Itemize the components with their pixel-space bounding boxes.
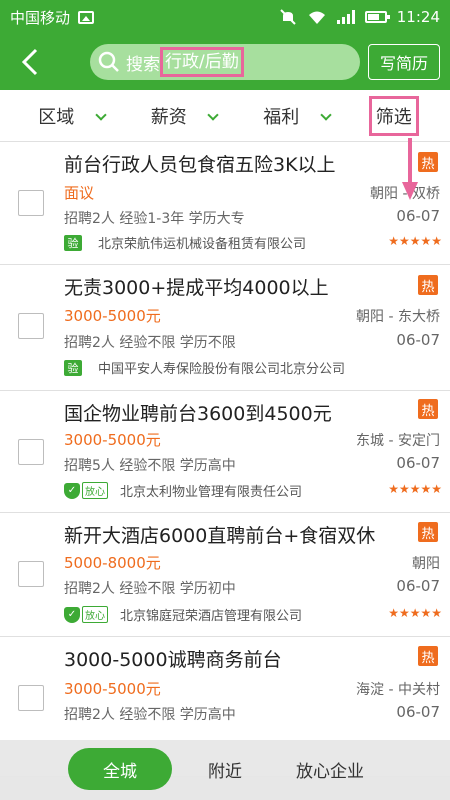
job-date: 06-07 [396, 703, 440, 721]
back-button[interactable] [0, 34, 60, 90]
job-salary: 3000-5000元 [64, 431, 161, 449]
rating-stars: ★★★★★ [388, 606, 442, 620]
job-location: 东城 - 安定门 [356, 433, 440, 449]
company-row: ✓ 放心 北京太利物业管理有限责任公司 [64, 481, 302, 500]
job-requirements: 招聘2人 经验不限 学历高中 [64, 707, 236, 723]
company-row: ✓ 放心 北京锦庭冠荣酒店管理有限公司 [64, 605, 302, 624]
hot-badge: 热 [418, 275, 438, 295]
job-requirements: 招聘2人 经验不限 学历初中 [64, 581, 236, 597]
job-title: 新开大酒店6000直聘前台+食宿双休 [64, 525, 376, 547]
company-name: 中国平安人寿保险股份有限公司北京分公司 [98, 362, 346, 377]
job-title: 无责3000+提成平均4000以上 [64, 277, 329, 299]
select-checkbox[interactable] [18, 313, 44, 339]
filter-tab-area[interactable]: 区域 [0, 90, 113, 141]
job-location: 朝阳 - 东大桥 [356, 309, 440, 325]
job-requirements: 招聘2人 经验1-3年 学历大专 [64, 211, 245, 227]
job-date: 06-07 [396, 577, 440, 595]
job-date: 06-07 [396, 454, 440, 472]
select-checkbox[interactable] [18, 439, 44, 465]
write-resume-button[interactable]: 写简历 [368, 44, 440, 80]
job-item[interactable]: 无责3000+提成平均4000以上 热 3000-5000元 朝阳 - 东大桥 … [0, 265, 450, 391]
carrier-label: 中国移动 [10, 8, 71, 27]
company-name: 北京荣航伟运机械设备租赁有限公司 [98, 237, 307, 252]
job-item[interactable]: 国企物业聘前台3600到4500元 热 3000-5000元 东城 - 安定门 … [0, 391, 450, 513]
search-bar[interactable]: 搜索 行政/后勤 [90, 44, 360, 80]
job-title: 前台行政人员包食宿五险3K以上 [64, 154, 336, 176]
annotation-arrow-icon [402, 138, 418, 200]
trusted-badge: ✓ 放心 [64, 606, 108, 623]
select-checkbox[interactable] [18, 190, 44, 216]
signal-icon [336, 10, 355, 24]
filter-bar: 区域 薪资 福利 筛选 [0, 90, 450, 142]
tab-nearby[interactable]: 附近 [180, 748, 270, 790]
hot-badge: 热 [418, 646, 438, 666]
trusted-badge-label: 放心 [82, 606, 108, 623]
verified-badge: 验 [64, 234, 82, 251]
job-date: 06-07 [396, 207, 440, 225]
bottom-tab-bar: 全城 附近 放心企业 [0, 740, 450, 800]
filter-tab-label: 薪资 [150, 106, 187, 128]
job-salary: 面议 [64, 184, 95, 202]
filter-tab-label: 筛选 [368, 95, 419, 136]
chevron-down-icon [94, 108, 107, 121]
tab-whole-city[interactable]: 全城 [68, 748, 172, 790]
hot-badge: 热 [418, 152, 438, 172]
rating-stars: ★★★★★ [388, 234, 442, 248]
company-name: 北京锦庭冠荣酒店管理有限公司 [120, 609, 303, 624]
select-checkbox[interactable] [18, 561, 44, 587]
job-salary: 3000-5000元 [64, 307, 161, 325]
company-name: 北京太利物业管理有限责任公司 [120, 485, 303, 500]
job-requirements: 招聘5人 经验不限 学历高中 [64, 458, 236, 474]
chevron-down-icon [207, 108, 219, 121]
chevron-down-icon [319, 108, 332, 121]
job-item[interactable]: 新开大酒店6000直聘前台+食宿双休 热 5000-8000元 朝阳 招聘2人 … [0, 513, 450, 637]
filter-tab-screen[interactable]: 筛选 [338, 90, 450, 141]
app-header: 搜索 行政/后勤 写简历 [0, 34, 450, 90]
image-icon [78, 10, 95, 24]
search-keyword: 行政/后勤 [160, 47, 244, 77]
job-salary: 3000-5000元 [64, 680, 161, 698]
back-arrow-icon [21, 48, 38, 76]
search-label: 搜索 [126, 54, 160, 75]
hot-badge: 热 [418, 522, 438, 542]
select-checkbox[interactable] [18, 685, 44, 711]
trusted-badge: ✓ 放心 [64, 482, 108, 499]
company-row: 验 中国平安人寿保险股份有限公司北京分公司 [64, 358, 345, 377]
job-salary: 5000-8000元 [64, 554, 161, 572]
clock: 11:24 [396, 8, 440, 26]
filter-tab-benefits[interactable]: 福利 [225, 90, 338, 141]
job-date: 06-07 [396, 331, 440, 349]
job-item[interactable]: 前台行政人员包食宿五险3K以上 热 面议 朝阳 - 双桥 招聘2人 经验1-3年… [0, 142, 450, 265]
filter-tab-label: 福利 [263, 106, 300, 128]
job-location: 海淀 - 中关村 [356, 682, 440, 698]
company-row: 验 北京荣航伟运机械设备租赁有限公司 [64, 233, 306, 252]
trusted-badge-label: 放心 [82, 482, 108, 499]
shield-check-icon: ✓ [64, 482, 80, 499]
tab-trusted-companies[interactable]: 放心企业 [280, 748, 380, 790]
filter-tab-label: 区域 [38, 106, 75, 128]
wifi-icon [308, 11, 325, 24]
search-icon [98, 51, 119, 72]
job-requirements: 招聘2人 经验不限 学历不限 [64, 335, 236, 351]
mute-icon [280, 9, 296, 25]
status-bar: 中国移动 11:24 [0, 0, 450, 34]
job-title: 3000-5000诚聘商务前台 [64, 649, 282, 671]
job-location: 朝阳 [412, 556, 440, 572]
rating-stars: ★★★★★ [388, 482, 442, 496]
hot-badge: 热 [418, 399, 438, 419]
verified-badge: 验 [64, 359, 82, 376]
filter-tab-salary[interactable]: 薪资 [113, 90, 226, 141]
battery-icon [364, 11, 390, 23]
shield-check-icon: ✓ [64, 606, 80, 623]
job-title: 国企物业聘前台3600到4500元 [64, 403, 332, 425]
